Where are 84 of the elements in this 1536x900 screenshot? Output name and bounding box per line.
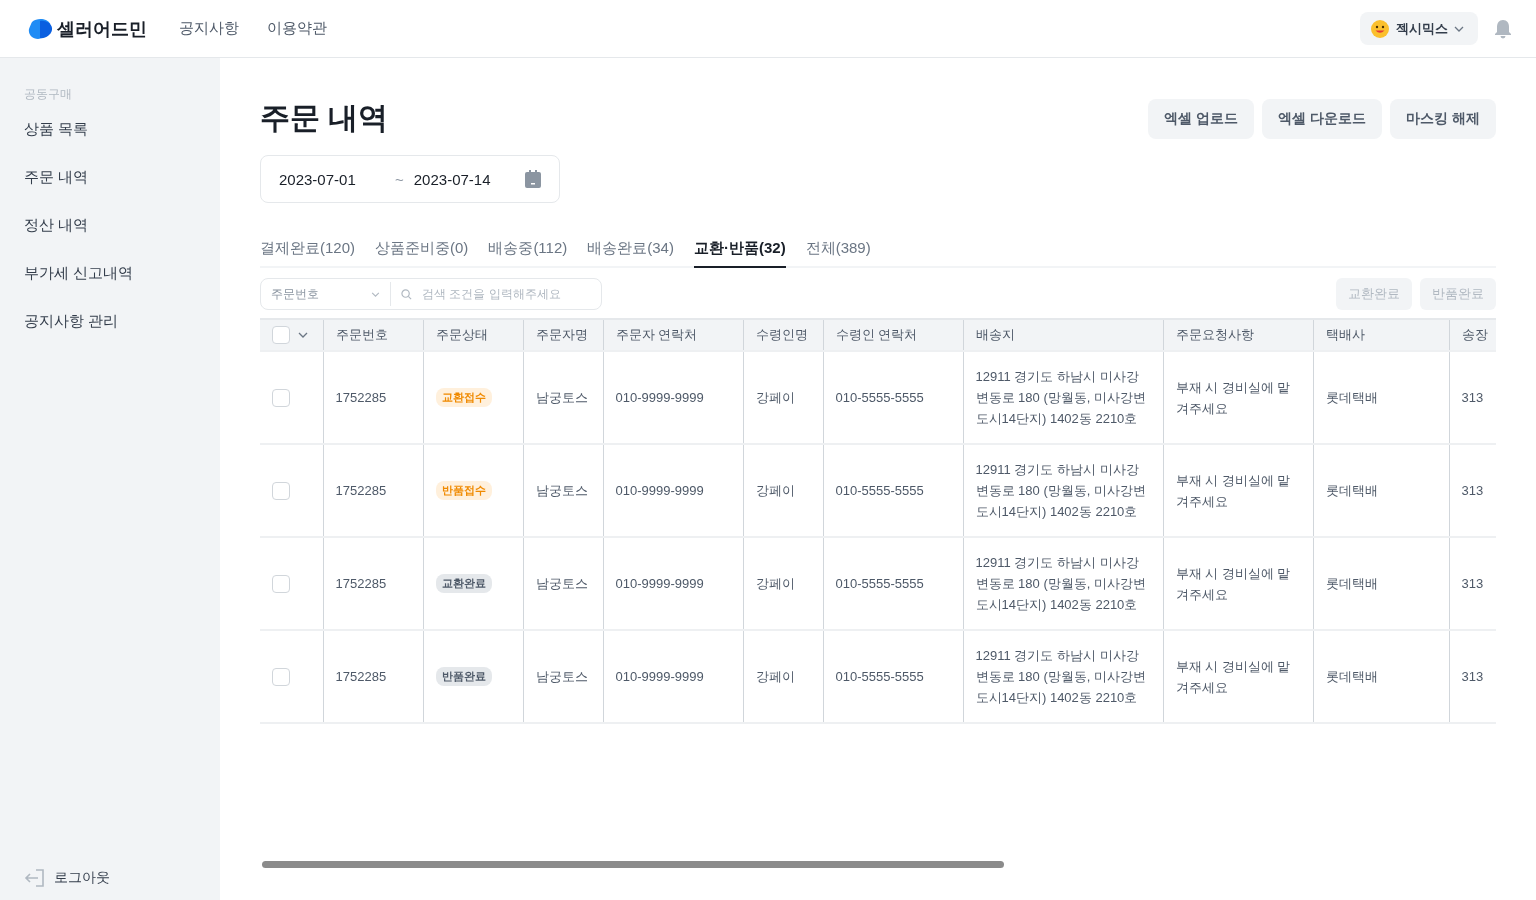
column-header: 주문자명: [523, 319, 603, 351]
sidebar-item[interactable]: 정산 내역: [24, 215, 220, 263]
table-cell: 남궁토스: [523, 444, 603, 537]
tab[interactable]: 배송완료(34): [587, 239, 674, 268]
table-cell: 롯데택배: [1313, 537, 1449, 630]
tab[interactable]: 배송중(112): [488, 239, 568, 268]
logout-icon[interactable]: [24, 868, 46, 888]
tab[interactable]: 상품준비중(0): [375, 239, 469, 268]
table-cell: 010-5555-5555: [823, 444, 963, 537]
table-cell: 010-5555-5555: [823, 630, 963, 723]
table-cell: 롯데택배: [1313, 351, 1449, 444]
table-cell: 1752285: [323, 351, 423, 444]
smiley-icon: [1370, 18, 1390, 39]
status-badge: 교환접수: [435, 388, 492, 407]
table-cell: 12911 경기도 하남시 미사강변동로 180 (망월동, 미사강변도시14단지) 1402동 2210호: [963, 444, 1163, 537]
search-icon: [401, 288, 412, 300]
column-header: 배송지: [963, 319, 1163, 351]
column-header: 택배사: [1313, 319, 1449, 351]
table-cell: 12911 경기도 하남시 미사강변동로 180 (망월동, 미사강변도시14단지) 1402동 2210호: [963, 351, 1163, 444]
table-cell: 010-9999-9999: [603, 537, 743, 630]
table-cell: 롯데택배: [1313, 630, 1449, 723]
sidebar-item[interactable]: 상품 목록: [24, 119, 220, 167]
tab[interactable]: 결제완료(120): [260, 239, 356, 268]
table-cell: 313: [1449, 351, 1496, 444]
row-checkbox[interactable]: [272, 574, 290, 593]
table-cell: 부재 시 경비실에 맡겨주세요: [1163, 351, 1313, 444]
column-header: 주문요청사항: [1163, 319, 1313, 351]
calendar-icon[interactable]: [525, 170, 541, 188]
logo-icon: [28, 17, 54, 40]
column-header: 주문자 연락처: [603, 319, 743, 351]
table-cell: 강페이: [743, 537, 823, 630]
status-badge: 반품접수: [435, 481, 492, 500]
table-cell: 강페이: [743, 630, 823, 723]
table-cell: 010-5555-5555: [823, 537, 963, 630]
sidebar-item[interactable]: 공지사항 관리: [24, 311, 220, 359]
sidebar-section-label: 공동구매: [24, 86, 73, 103]
table-cell: 부재 시 경비실에 맡겨주세요: [1163, 630, 1313, 723]
user-menu[interactable]: 젝시믹스: [1360, 12, 1478, 45]
status-badge: 반품완료: [435, 667, 492, 686]
table-cell: 12911 경기도 하남시 미사강변동로 180 (망월동, 미사강변도시14단지) 1402동 2210호: [963, 630, 1163, 723]
tab[interactable]: 교환·반품(32): [693, 239, 786, 268]
toolbar-button[interactable]: 마스킹 해제: [1390, 98, 1496, 139]
table-cell: 롯데택배: [1313, 444, 1449, 537]
date-range-field[interactable]: 2023-07-01 ~ 2023-07-14: [260, 155, 560, 203]
table-cell: 12911 경기도 하남시 미사강변동로 180 (망월동, 미사강변도시14단지) 1402동 2210호: [963, 537, 1163, 630]
status-badge: 교환완료: [435, 574, 492, 593]
row-checkbox[interactable]: [272, 481, 290, 500]
table-cell: 010-9999-9999: [603, 351, 743, 444]
table-cell: 남궁토스: [523, 351, 603, 444]
column-header: 주문번호: [323, 319, 423, 351]
sidebar-item[interactable]: 부가세 신고내역: [24, 263, 220, 311]
row-checkbox[interactable]: [272, 667, 290, 686]
tab[interactable]: 전체(389): [805, 239, 871, 268]
chevron-down-icon[interactable]: [298, 332, 308, 338]
toolbar-button[interactable]: 엑셀 업로드: [1148, 98, 1255, 139]
table-cell: 남궁토스: [523, 630, 603, 723]
table-cell: 010-5555-5555: [823, 351, 963, 444]
table-cell: 010-9999-9999: [603, 444, 743, 537]
scrollbar[interactable]: [262, 861, 1004, 868]
chevron-down-icon: [371, 291, 380, 297]
column-header: 송장: [1449, 319, 1496, 351]
sidebar-item[interactable]: 주문 내역: [24, 167, 220, 215]
bell-icon[interactable]: [1494, 18, 1512, 39]
chevron-down-icon: [1454, 25, 1464, 32]
page-title: 주문 내역: [260, 100, 389, 136]
table-cell: 1752285: [323, 630, 423, 723]
table-cell: 010-9999-9999: [603, 630, 743, 723]
row-checkbox[interactable]: [272, 388, 290, 407]
logo-text[interactable]: 셀러어드민: [57, 16, 147, 41]
nav-link[interactable]: 이용약관: [267, 19, 327, 38]
table-cell: 1752285: [323, 537, 423, 630]
table-cell: 부재 시 경비실에 맡겨주세요: [1163, 537, 1313, 630]
select-all-checkbox[interactable]: [272, 326, 290, 344]
column-header: 주문상태: [423, 319, 523, 351]
nav-link[interactable]: 공지사항: [179, 19, 239, 38]
column-header: 수령인명: [743, 319, 823, 351]
column-header: 수령인 연락처: [823, 319, 963, 351]
logout-link[interactable]: 로그아웃: [54, 869, 110, 887]
table-cell: 부재 시 경비실에 맡겨주세요: [1163, 444, 1313, 537]
table-cell: 1752285: [323, 444, 423, 537]
table-cell: 강페이: [743, 444, 823, 537]
toolbar-button[interactable]: 엑셀 다운로드: [1262, 98, 1383, 139]
table-cell: 남궁토스: [523, 537, 603, 630]
table-cell: 강페이: [743, 351, 823, 444]
